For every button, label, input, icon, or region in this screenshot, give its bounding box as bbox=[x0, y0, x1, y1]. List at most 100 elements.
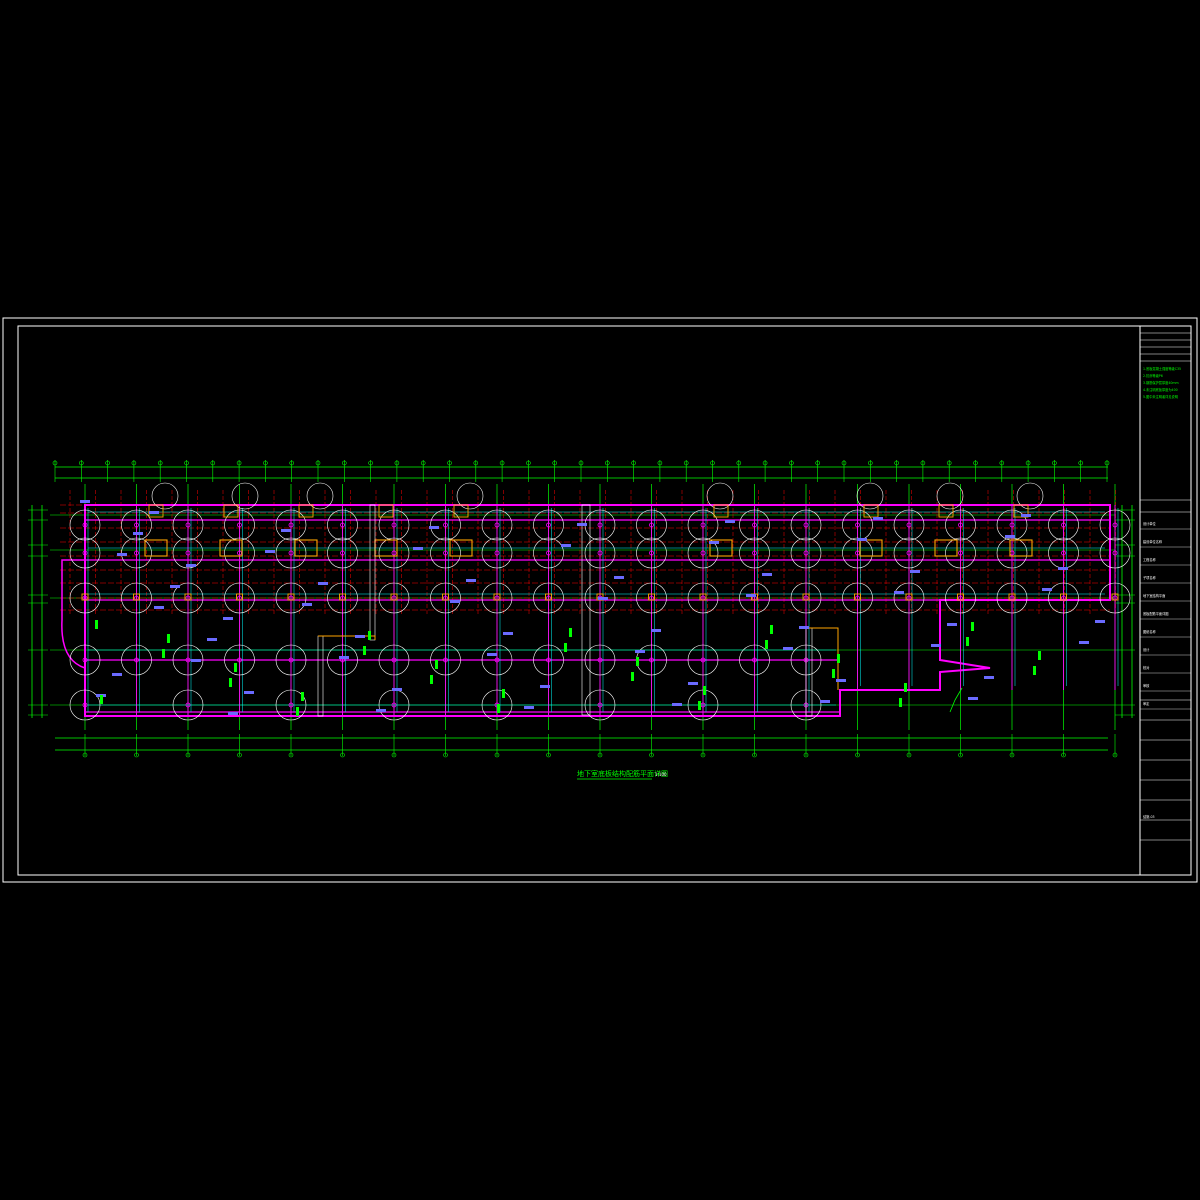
rebar-label bbox=[392, 688, 402, 691]
rebar-label bbox=[894, 591, 904, 594]
title-block-note: 2.抗渗等级P6 bbox=[1143, 373, 1163, 378]
green-tag bbox=[564, 643, 567, 652]
rebar-label bbox=[873, 517, 883, 520]
title-block-row: 校对 bbox=[1143, 665, 1150, 670]
green-tag bbox=[497, 704, 500, 713]
title-block-row: 底板配筋平面详图 bbox=[1143, 611, 1169, 616]
rebar-label bbox=[984, 676, 994, 679]
title-block-row: 地下室结构平面 bbox=[1143, 593, 1165, 598]
green-tag bbox=[631, 672, 634, 681]
title-block-row: 建设单位名称 bbox=[1143, 539, 1163, 544]
rebar-label bbox=[1095, 620, 1105, 623]
rebar-label bbox=[1005, 535, 1015, 538]
rebar-label bbox=[1042, 588, 1052, 591]
drawing-title-group: 地下室底板结构配筋平面详图 1:100 bbox=[577, 769, 668, 780]
green-tag bbox=[229, 678, 232, 687]
rebar-label bbox=[376, 709, 386, 712]
rebar-label bbox=[207, 638, 217, 641]
rebar-label bbox=[318, 582, 328, 585]
rebar-label bbox=[651, 629, 661, 632]
title-block-row: 设计单位 bbox=[1143, 521, 1157, 526]
rebar-label bbox=[947, 623, 957, 626]
green-tag bbox=[966, 637, 969, 646]
green-tag bbox=[95, 620, 98, 629]
green-tag bbox=[837, 654, 840, 663]
green-tag bbox=[698, 701, 701, 710]
title-block-row: 工程名称 bbox=[1143, 557, 1157, 562]
drawing-scale: 1:100 bbox=[655, 772, 667, 777]
green-tag bbox=[301, 692, 304, 701]
title-block-row: 审定 bbox=[1143, 701, 1150, 706]
green-tag bbox=[430, 675, 433, 684]
rebar-label bbox=[598, 597, 608, 600]
green-tag bbox=[363, 646, 366, 655]
title-block-note: 4.未注明底板厚度为400 bbox=[1143, 387, 1178, 392]
rebar-label bbox=[223, 617, 233, 620]
rebar-label bbox=[1058, 567, 1068, 570]
rebar-label bbox=[910, 570, 920, 573]
rebar-label bbox=[302, 603, 312, 606]
rebar-label bbox=[931, 644, 941, 647]
foundation-plan bbox=[28, 460, 1135, 758]
rebar-label bbox=[688, 682, 698, 685]
green-tag bbox=[162, 649, 165, 658]
green-tag bbox=[971, 622, 974, 631]
rebar-label bbox=[466, 579, 476, 582]
rebar-label bbox=[1079, 641, 1089, 644]
green-tag bbox=[636, 657, 639, 666]
rebar-label bbox=[186, 564, 196, 567]
green-tag bbox=[368, 631, 371, 640]
wall-segment bbox=[318, 635, 376, 640]
title-block-row: 子项名称 bbox=[1143, 575, 1157, 580]
green-tag bbox=[1033, 666, 1036, 675]
drawing-number: 结施-03 bbox=[1143, 814, 1155, 819]
building-outline bbox=[84, 504, 1111, 717]
rebar-label bbox=[857, 538, 867, 541]
green-tag bbox=[899, 698, 902, 707]
rebar-label bbox=[244, 691, 254, 694]
shear-walls bbox=[317, 504, 839, 717]
rebar-label bbox=[133, 532, 143, 535]
green-tag bbox=[832, 669, 835, 678]
green-tag bbox=[703, 686, 706, 695]
rebar-label bbox=[149, 511, 159, 514]
rebar-label bbox=[577, 523, 587, 526]
shear-wall bbox=[369, 504, 376, 641]
green-tag bbox=[234, 663, 237, 672]
rebar-label bbox=[836, 679, 846, 682]
wall-segment bbox=[806, 627, 839, 690]
rebar-label bbox=[339, 656, 349, 659]
magenta-beams bbox=[61, 504, 1116, 717]
rebar-label bbox=[561, 544, 571, 547]
green-tag bbox=[435, 660, 438, 669]
rebar-label bbox=[635, 650, 645, 653]
rebar-label bbox=[191, 659, 201, 662]
green-tag bbox=[502, 689, 505, 698]
title-block: 设计单位建设单位名称工程名称子项名称地下室结构平面底板配筋平面详图图纸名称设计校… bbox=[1139, 326, 1191, 875]
rebar-annotations bbox=[80, 500, 1105, 715]
title-block-row: 图纸名称 bbox=[1143, 629, 1157, 634]
rebar-label bbox=[228, 712, 238, 715]
rebar-label bbox=[968, 697, 978, 700]
green-tag bbox=[765, 640, 768, 649]
rebar-label bbox=[614, 576, 624, 579]
rebar-label bbox=[281, 529, 291, 532]
rebar-label bbox=[265, 550, 275, 553]
green-tag bbox=[569, 628, 572, 637]
rebar-label bbox=[725, 520, 735, 523]
rebar-label bbox=[1021, 514, 1031, 517]
rebar-label bbox=[154, 606, 164, 609]
green-tag bbox=[770, 625, 773, 634]
shear-wall bbox=[317, 635, 324, 717]
title-block-row: 设计 bbox=[1143, 647, 1150, 652]
rebar-label bbox=[503, 632, 513, 635]
title-block-row: 审核 bbox=[1143, 683, 1150, 688]
rebar-label bbox=[80, 500, 90, 503]
rebar-label bbox=[355, 635, 365, 638]
rebar-label bbox=[117, 553, 127, 556]
rebar-label bbox=[820, 700, 830, 703]
rebar-label bbox=[170, 585, 180, 588]
green-tag bbox=[167, 634, 170, 643]
green-tag bbox=[1038, 651, 1041, 660]
ramp-outline bbox=[61, 559, 86, 669]
